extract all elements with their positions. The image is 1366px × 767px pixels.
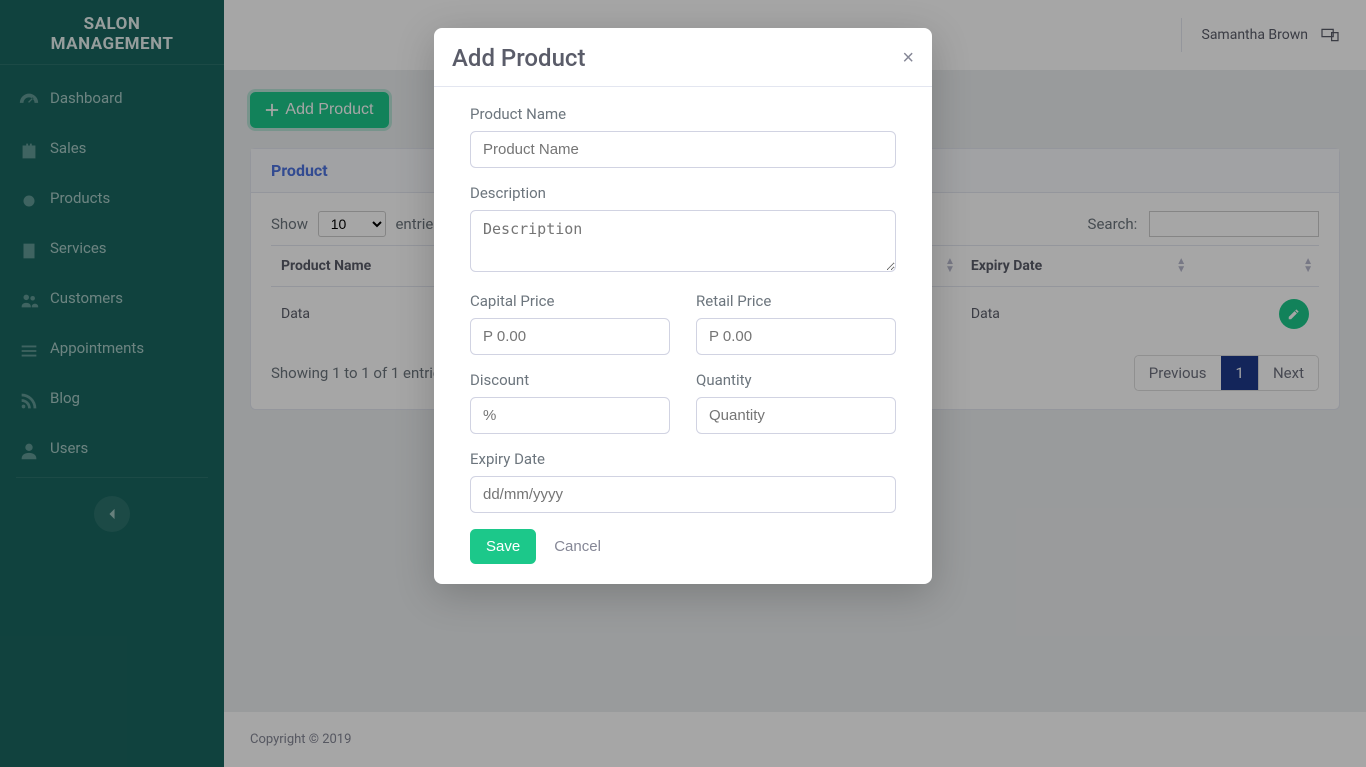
label-discount: Discount: [470, 371, 670, 389]
label-capital-price: Capital Price: [470, 292, 670, 310]
close-icon: ×: [902, 47, 914, 69]
input-product-name[interactable]: [470, 131, 896, 168]
label-product-name: Product Name: [470, 105, 896, 123]
label-description: Description: [470, 184, 896, 202]
label-expiry-date: Expiry Date: [470, 450, 896, 468]
label-retail-price: Retail Price: [696, 292, 896, 310]
input-capital-price[interactable]: [470, 318, 670, 355]
modal-close-button[interactable]: ×: [902, 47, 914, 70]
label-quantity: Quantity: [696, 371, 896, 389]
cancel-button[interactable]: Cancel: [554, 538, 601, 555]
input-quantity[interactable]: [696, 397, 896, 434]
save-button[interactable]: Save: [470, 529, 536, 564]
modal-title: Add Product: [452, 44, 585, 72]
input-expiry-date[interactable]: [470, 476, 896, 513]
input-discount[interactable]: [470, 397, 670, 434]
input-description[interactable]: [470, 210, 896, 272]
input-retail-price[interactable]: [696, 318, 896, 355]
add-product-modal: Add Product × Product Name Description C…: [434, 28, 932, 584]
